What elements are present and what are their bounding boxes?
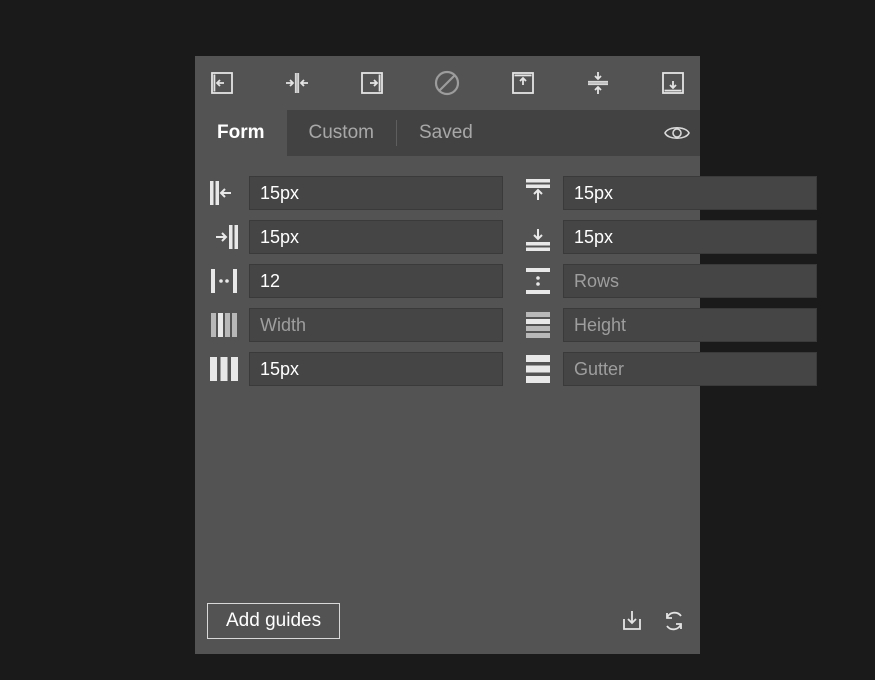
row-gutter-field bbox=[521, 352, 817, 386]
row-height-icon bbox=[521, 308, 555, 342]
margin-bottom-icon bbox=[521, 220, 555, 254]
align-center-vertical-icon[interactable] bbox=[583, 68, 613, 98]
columns-input[interactable] bbox=[249, 264, 503, 298]
import-icon[interactable] bbox=[618, 607, 646, 635]
tab-custom[interactable]: Custom bbox=[287, 110, 396, 156]
align-top-icon[interactable] bbox=[508, 68, 538, 98]
margin-left-input[interactable] bbox=[249, 176, 503, 210]
tab-form[interactable]: Form bbox=[195, 110, 287, 156]
margin-right-input[interactable] bbox=[249, 220, 503, 254]
rows-field bbox=[521, 264, 817, 298]
column-gutter-input[interactable] bbox=[249, 352, 503, 386]
footer: Add guides bbox=[195, 594, 700, 654]
margin-left-icon bbox=[207, 176, 241, 210]
margin-top-icon bbox=[521, 176, 555, 210]
tab-saved[interactable]: Saved bbox=[397, 110, 495, 156]
align-toolbar bbox=[195, 56, 700, 110]
column-width-field bbox=[207, 308, 503, 342]
row-height-field bbox=[521, 308, 817, 342]
row-height-input[interactable] bbox=[563, 308, 817, 342]
margin-left-field bbox=[207, 176, 503, 210]
clear-guides-icon[interactable] bbox=[432, 68, 462, 98]
rows-input[interactable] bbox=[563, 264, 817, 298]
add-guides-button[interactable]: Add guides bbox=[207, 603, 340, 639]
visibility-toggle-icon[interactable] bbox=[654, 110, 700, 156]
tab-form-label: Form bbox=[217, 122, 265, 144]
tab-custom-label: Custom bbox=[309, 122, 374, 144]
row-gutter-icon bbox=[521, 352, 555, 386]
tabs: Form Custom Saved bbox=[195, 110, 700, 156]
margin-right-field bbox=[207, 220, 503, 254]
margin-right-icon bbox=[207, 220, 241, 254]
column-width-icon bbox=[207, 308, 241, 342]
margin-top-input[interactable] bbox=[563, 176, 817, 210]
margin-bottom-field bbox=[521, 220, 817, 254]
form-grid bbox=[195, 156, 700, 396]
column-width-input[interactable] bbox=[249, 308, 503, 342]
align-bottom-icon[interactable] bbox=[658, 68, 688, 98]
columns-count-icon bbox=[207, 264, 241, 298]
rows-count-icon bbox=[521, 264, 555, 298]
margin-top-field bbox=[521, 176, 817, 210]
row-gutter-input[interactable] bbox=[563, 352, 817, 386]
align-right-icon[interactable] bbox=[357, 68, 387, 98]
align-center-horizontal-icon[interactable] bbox=[282, 68, 312, 98]
margin-bottom-input[interactable] bbox=[563, 220, 817, 254]
column-gutter-icon bbox=[207, 352, 241, 386]
column-gutter-field bbox=[207, 352, 503, 386]
columns-field bbox=[207, 264, 503, 298]
align-left-icon[interactable] bbox=[207, 68, 237, 98]
refresh-icon[interactable] bbox=[660, 607, 688, 635]
tab-saved-label: Saved bbox=[419, 122, 473, 144]
guides-panel: Form Custom Saved bbox=[195, 56, 700, 654]
